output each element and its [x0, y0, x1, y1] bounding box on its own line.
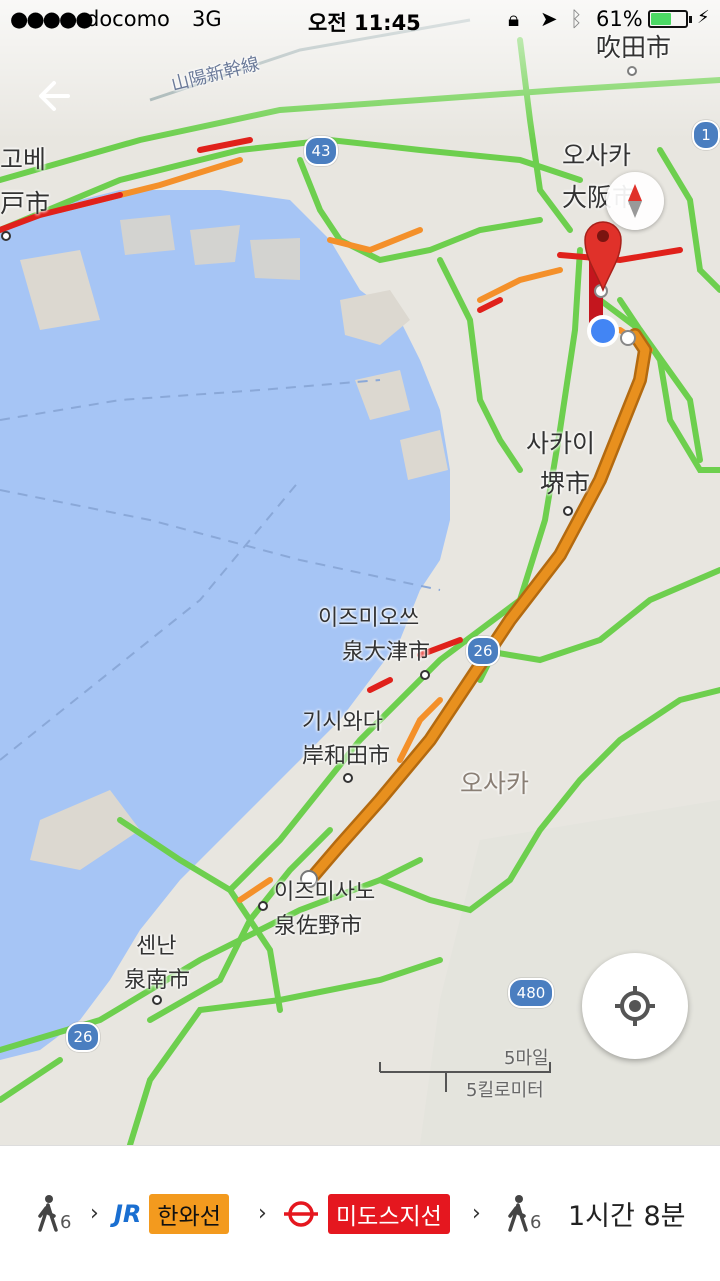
label-izumisano-jp: 泉佐野市: [274, 914, 363, 939]
label-kishiwada-jp: 岸和田市: [302, 744, 391, 769]
scale-miles: 5마일: [504, 1048, 549, 1069]
label-izumiotsu-jp: 泉大津市: [342, 640, 431, 665]
status-bar: ●●●●● docomo 3G 오전 11:45 🔒︎ ➤ ᛒ 61% ⚡: [0, 0, 720, 40]
my-location-icon: [615, 986, 655, 1026]
compass-icon: [628, 184, 642, 218]
arrow-left-icon: [39, 81, 70, 111]
jr-logo-icon: JR: [114, 1199, 142, 1228]
signal-dots-icon: ●●●●●: [10, 7, 94, 31]
walk-last-minutes: 6: [530, 1212, 542, 1233]
my-location-button[interactable]: [582, 953, 688, 1059]
label-kishiwada: 기시와다: [302, 710, 383, 735]
label-izumiotsu: 이즈미오쓰: [318, 606, 420, 631]
route-shield-43: 43: [304, 136, 338, 166]
label-sakai-jp: 堺市: [540, 469, 591, 498]
trip-duration: 1시간 8분: [568, 1201, 686, 1232]
route-shield-480: 480: [508, 978, 554, 1008]
label-sakai: 사카이: [526, 429, 596, 458]
compass-button[interactable]: [606, 172, 664, 230]
walk-step-last: 6: [504, 1146, 541, 1281]
location-arrow-icon: ➤: [540, 7, 558, 31]
line-badge-midosuji: 미도스지선: [328, 1193, 450, 1234]
battery-percent: 61%: [596, 7, 643, 31]
walking-person-icon: [38, 1194, 58, 1232]
jr-step: JR 한와선: [114, 1146, 229, 1281]
scale-km: 5킬로미터: [466, 1080, 544, 1101]
charging-bolt-icon: ⚡: [697, 7, 710, 28]
back-button[interactable]: [28, 70, 80, 122]
battery-icon: [648, 10, 692, 28]
label-kobe-jp: 戸市: [0, 189, 51, 218]
osaka-metro-icon: [284, 1200, 318, 1227]
rotation-lock-icon: 🔒︎: [508, 7, 520, 31]
line-badge-hanwa: 한와선: [149, 1193, 229, 1234]
label-sennan: 센난: [136, 934, 177, 959]
route-summary-bar[interactable]: 6 › JR 한와선 › 미도스지선 › 6 1시간 8분: [0, 1145, 720, 1281]
route-shield-1: 1: [692, 120, 720, 150]
route-shield-26: 26: [466, 636, 500, 666]
clock: 오전 11:45: [308, 11, 421, 35]
bluetooth-icon: ᛒ: [570, 7, 583, 31]
walking-person-icon: [508, 1194, 528, 1232]
metro-step: 미도스지선: [282, 1146, 450, 1281]
label-osaka: 오사카: [562, 141, 632, 170]
walk-step-first: 6: [34, 1146, 71, 1281]
label-osaka-prefecture: 오사카: [460, 769, 530, 798]
label-sennan-jp: 泉南市: [124, 968, 191, 993]
chevron-right-icon: ›: [90, 1201, 99, 1226]
chevron-right-icon: ›: [472, 1201, 481, 1226]
network-label: 3G: [192, 7, 222, 31]
carrier-label: docomo: [86, 7, 170, 31]
label-kobe: 고베: [0, 145, 47, 174]
label-izumisano: 이즈미사노: [274, 880, 376, 905]
route-shield-26-south: 26: [66, 1022, 100, 1052]
walk-first-minutes: 6: [60, 1212, 72, 1233]
chevron-right-icon: ›: [258, 1201, 267, 1226]
